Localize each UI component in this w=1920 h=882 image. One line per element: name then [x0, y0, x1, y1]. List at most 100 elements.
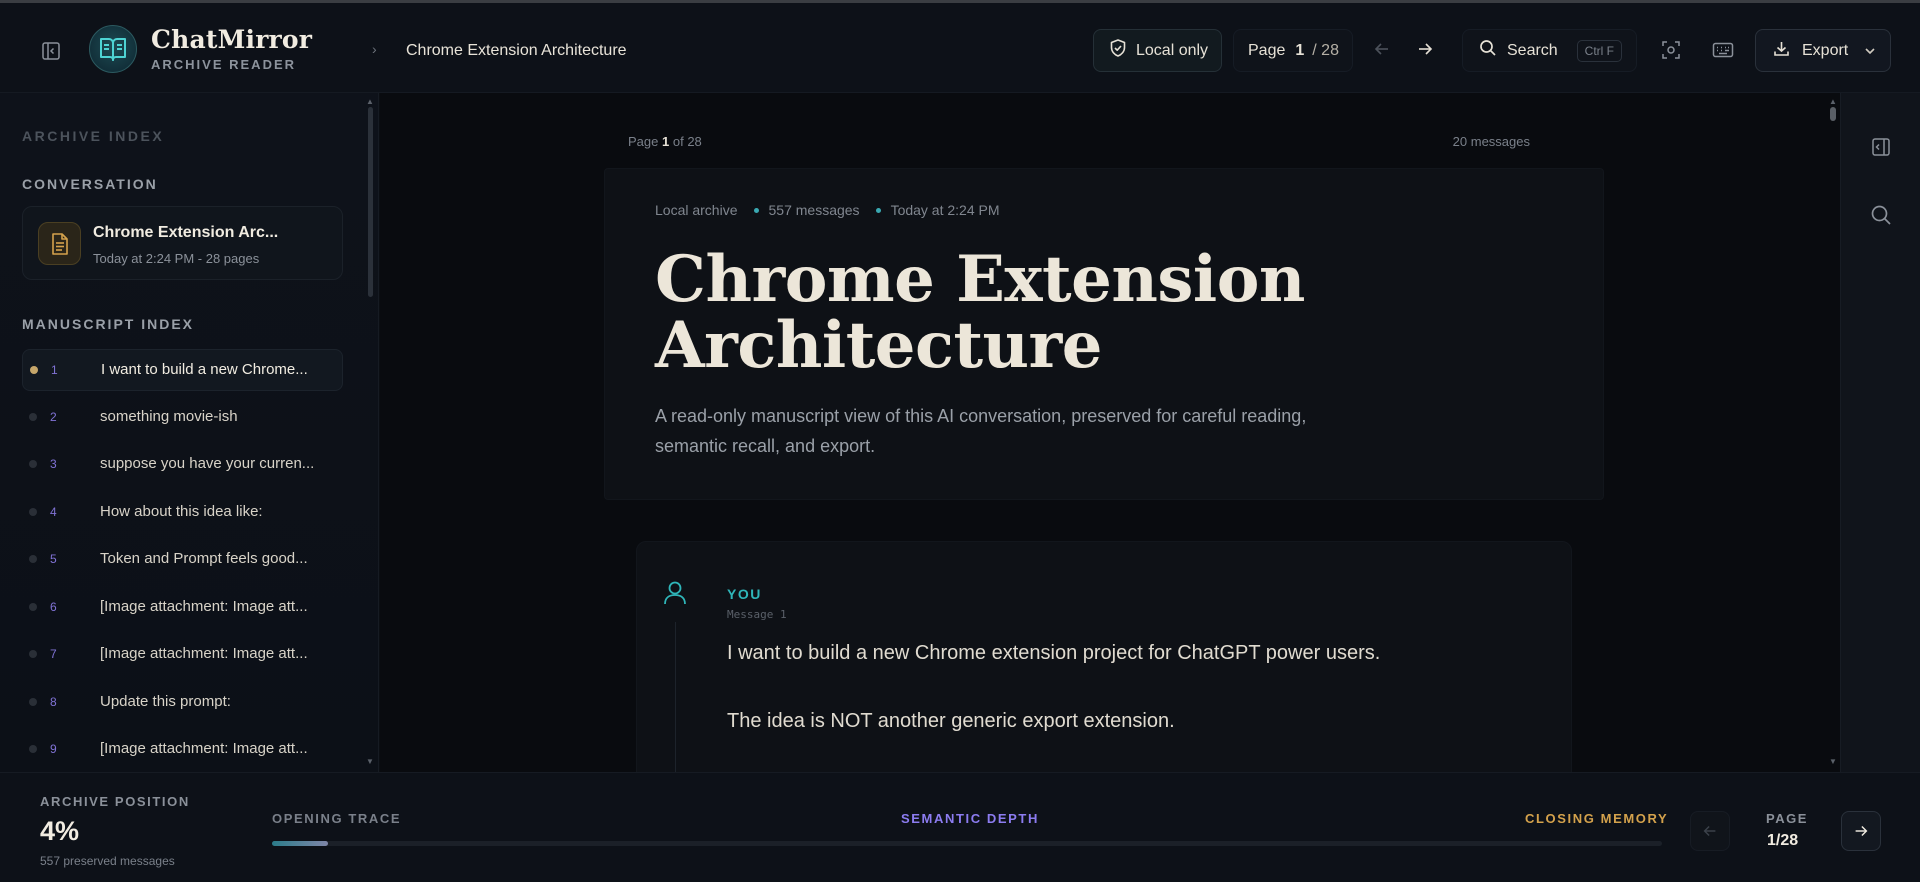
dot-separator-icon	[753, 207, 759, 213]
message-index: Message 1	[727, 608, 787, 621]
index-item-7[interactable]: 7 [Image attachment: Image att...	[22, 634, 343, 676]
index-text: I want to build a new Chrome...	[101, 361, 308, 378]
sidebar: ▲ ▼ ARCHIVE INDEX CONVERSATION Chrome Ex…	[0, 93, 379, 772]
reader-scrollbar[interactable]	[1830, 107, 1836, 121]
index-text: [Image attachment: Image att...	[100, 645, 308, 662]
app-name: ChatMirror	[151, 25, 313, 54]
index-number: 9	[50, 742, 57, 756]
page-meta-suffix: of 28	[672, 134, 702, 149]
index-dot	[29, 507, 37, 516]
archive-index-heading: ARCHIVE INDEX	[22, 128, 165, 144]
export-label: Export	[1802, 41, 1849, 59]
sidebar-toggle-icon[interactable]	[36, 36, 66, 66]
conversation-header-card: Local archive 557 messages Today at 2:24…	[604, 168, 1604, 500]
index-item-8[interactable]: 8 Update this prompt:	[22, 682, 343, 724]
page-meta-prefix: Page	[628, 134, 659, 149]
export-button[interactable]: Export	[1755, 29, 1891, 72]
index-text: suppose you have your curren...	[100, 455, 315, 472]
download-icon	[1773, 40, 1790, 62]
page-current[interactable]: 1	[1295, 42, 1304, 60]
scroll-down-arrow-icon[interactable]: ▼	[1829, 757, 1837, 766]
index-dot	[29, 412, 37, 421]
archive-position-label: ARCHIVE POSITION	[40, 794, 190, 809]
index-dot	[30, 366, 38, 374]
index-text: something movie-ish	[100, 407, 238, 425]
index-item-5[interactable]: 5 Token and Prompt feels good...	[22, 539, 343, 581]
archive-position-percent: 4%	[40, 816, 80, 846]
index-dot	[29, 555, 37, 563]
reader-pane: ▲ ▼ Page 1 of 28 20 messages Local archi…	[380, 93, 1840, 772]
index-item-1[interactable]: 1 I want to build a new Chrome...	[22, 349, 343, 391]
prev-page-arrow-icon[interactable]	[1372, 39, 1396, 63]
search-label: Search	[1507, 41, 1558, 59]
index-number: 3	[50, 457, 57, 471]
track-label-semantic: SEMANTIC DEPTH	[901, 811, 1039, 826]
index-text: Update this prompt:	[100, 692, 231, 710]
index-number: 4	[50, 504, 57, 519]
index-item-2[interactable]: 2 something movie-ish	[22, 397, 343, 439]
index-number: 6	[50, 599, 57, 614]
track-label-closing: CLOSING MEMORY	[1525, 811, 1669, 826]
conversation-title: Chrome Extension Arc...	[93, 224, 279, 241]
index-item-3[interactable]: 3 suppose you have your curren...	[22, 444, 343, 486]
conversation-description: A read-only manuscript view of this AI c…	[655, 406, 1307, 456]
message-card: YOU Message 1 I want to build a new Chro…	[636, 541, 1572, 772]
archive-position-footer: ARCHIVE POSITION 4% 557 preserved messag…	[0, 772, 1920, 882]
page-meta: Page 1 of 28	[628, 134, 702, 149]
user-avatar-icon	[663, 580, 689, 606]
index-dot	[29, 602, 37, 611]
conversation-card[interactable]: Chrome Extension Arc... Today at 2:24 PM…	[22, 206, 343, 280]
search-icon[interactable]	[1867, 201, 1895, 229]
local-only-badge[interactable]: Local only	[1093, 29, 1222, 72]
top-bar: ChatMirror ARCHIVE READER › Chrome Exten…	[0, 0, 1920, 93]
index-item-4[interactable]: 4 How about this idea like:	[22, 492, 343, 534]
local-only-label: Local only	[1136, 41, 1209, 59]
conversation-heading: CONVERSATION	[22, 176, 158, 192]
document-icon	[38, 222, 81, 265]
index-number: 2	[50, 409, 57, 424]
archive-progress-fill	[272, 841, 328, 846]
conversation-meta: Today at 2:24 PM - 28 pages	[93, 251, 260, 266]
conversation-meta-row: Local archive 557 messages Today at 2:24…	[655, 202, 1000, 218]
message-paragraph: The idea is NOT another generic export e…	[727, 710, 1175, 732]
index-dot	[29, 460, 37, 468]
next-page-button[interactable]	[1841, 811, 1881, 851]
scroll-up-arrow-icon[interactable]: ▲	[1829, 97, 1837, 106]
index-number: 5	[50, 552, 57, 566]
archive-source: Local archive	[655, 202, 738, 218]
index-number: 8	[50, 694, 57, 709]
right-rail	[1840, 93, 1920, 772]
index-item-6[interactable]: 6 [Image attachment: Image att...	[22, 587, 343, 629]
keyboard-icon[interactable]	[1709, 36, 1737, 64]
shield-check-icon	[1110, 39, 1126, 62]
page-value: 1/28	[1767, 832, 1799, 849]
index-dot	[29, 745, 37, 753]
index-text: [Image attachment: Image att...	[100, 597, 308, 615]
index-dot	[29, 697, 37, 706]
index-text: How about this idea like:	[100, 502, 263, 520]
sidebar-scrollbar[interactable]	[368, 107, 373, 297]
message-role: YOU	[727, 586, 762, 602]
index-number: 1	[51, 363, 58, 377]
app-subtitle: ARCHIVE READER	[151, 57, 297, 72]
breadcrumb-title: Chrome Extension Architecture	[406, 42, 627, 59]
search-button[interactable]: Search Ctrl F	[1462, 29, 1637, 72]
page-indicator: Page 1 / 28	[1233, 29, 1353, 72]
index-number: 7	[50, 647, 57, 661]
message-count: 20 messages	[1452, 134, 1530, 149]
index-text: Token and Prompt feels good...	[100, 550, 308, 567]
prev-page-button[interactable]	[1690, 811, 1730, 851]
index-item-9[interactable]: 9 [Image attachment: Image att...	[22, 729, 343, 771]
archive-progress-track[interactable]	[272, 841, 1662, 846]
scroll-up-arrow-icon[interactable]: ▲	[366, 97, 374, 106]
focus-mode-icon[interactable]	[1657, 36, 1685, 64]
index-text: [Image attachment: Image att...	[100, 740, 308, 757]
scroll-down-arrow-icon[interactable]: ▼	[366, 757, 374, 766]
panel-toggle-icon[interactable]	[1867, 133, 1895, 161]
preserved-messages: 557 preserved messages	[40, 854, 175, 868]
next-page-arrow-icon[interactable]	[1415, 39, 1439, 63]
search-shortcut: Ctrl F	[1576, 40, 1622, 62]
page-title: Chrome Extension Architecture	[655, 242, 1305, 383]
page-total: / 28	[1312, 41, 1339, 59]
manuscript-index-heading: MANUSCRIPT INDEX	[22, 316, 195, 332]
